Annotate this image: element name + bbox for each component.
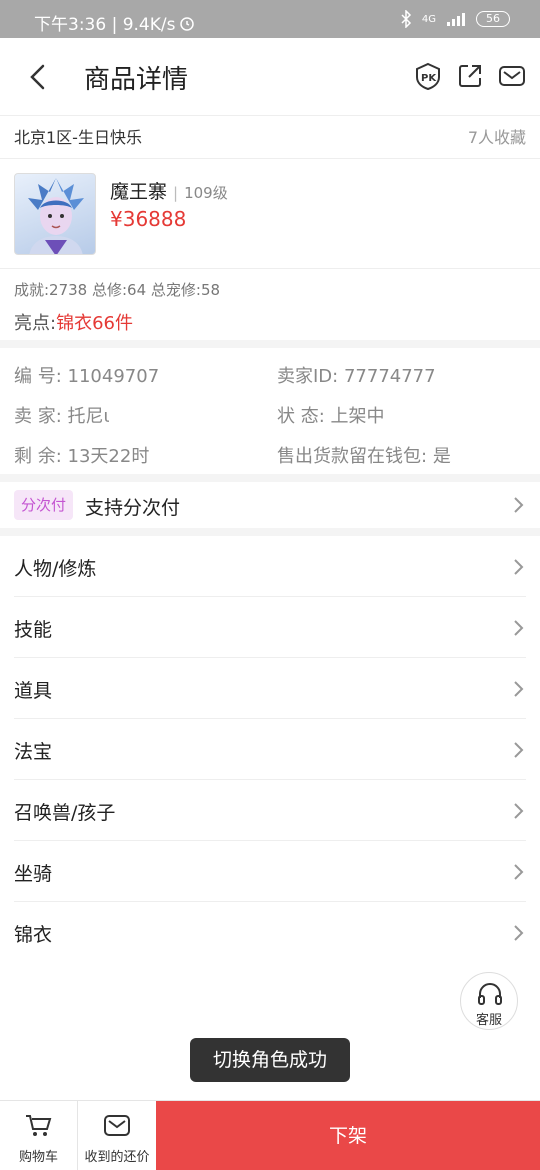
delist-button[interactable]: 下架 [156, 1101, 540, 1170]
wallet-label: 售出货款留在钱包: [277, 446, 428, 467]
highlight-line: 亮点:锦衣66件 [14, 309, 133, 335]
customer-service-button[interactable]: 客服 [460, 972, 518, 1030]
detail-menu: 人物/修炼 技能 道具 法宝 召唤兽/孩子 坐骑 锦衣 [0, 536, 540, 961]
chevron-right-icon [514, 742, 524, 758]
menu-item-skills[interactable]: 技能 [14, 597, 526, 658]
item-id: 编 号: 11049707 [14, 362, 159, 388]
section-divider [0, 528, 540, 536]
customer-service-label: 客服 [475, 1013, 502, 1028]
received-offers-button[interactable]: 收到的还价 [78, 1101, 156, 1170]
status-bar: 下午3:36 | 9.4K/s 4G 56 [0, 0, 540, 38]
bluetooth-icon [401, 10, 411, 28]
role-summary[interactable]: 魔王寨 | 109级 ¥36888 [0, 158, 540, 268]
menu-item-pets[interactable]: 召唤兽/孩子 [14, 780, 526, 841]
nav-actions: PK [414, 62, 526, 90]
status-left: 下午3:36 | 9.4K/s [34, 10, 195, 35]
menu-item-label: 技能 [14, 619, 53, 641]
seller-value: 托尼ι [67, 406, 110, 427]
menu-item-treasures[interactable]: 法宝 [14, 719, 526, 780]
section-divider [0, 340, 540, 348]
signal-icon [447, 13, 465, 26]
cart-icon [26, 1115, 52, 1136]
menu-item-label: 锦衣 [14, 924, 53, 946]
menu-item-label: 坐骑 [14, 863, 53, 885]
highlight-value: 锦衣66件 [56, 313, 133, 334]
seller: 卖 家: 托尼ι [14, 402, 110, 428]
remaining-time: 剩 余: 13天22时 [14, 442, 149, 468]
menu-item-label: 召唤兽/孩子 [14, 802, 116, 824]
received-offers-label: 收到的还价 [84, 1150, 150, 1165]
stats-line: 成就:2738 总修:64 总宠修:58 [14, 281, 221, 299]
section-divider [0, 474, 540, 482]
chevron-right-icon [514, 681, 524, 697]
chevron-right-icon [514, 559, 524, 575]
role-level: 109级 [184, 184, 228, 202]
stats-summary: 成就:2738 总修:64 总宠修:58 亮点:锦衣66件 [0, 268, 540, 340]
chevron-right-icon [514, 864, 524, 880]
network-label: 4G [421, 13, 436, 25]
role-school: 魔王寨 [110, 181, 168, 203]
seller-id-value: 77774777 [343, 366, 436, 387]
server-name: 北京1区-生日快乐 [14, 128, 142, 147]
svg-text:PK: PK [421, 73, 437, 84]
menu-item-label: 人物/修炼 [14, 558, 97, 580]
status-time: 下午3:36 | 9.4K/s [34, 15, 176, 35]
info-grid: 编 号: 11049707 卖家ID: 77774777 卖 家: 托尼ι 状 … [0, 348, 540, 474]
status-label: 状 态: [277, 406, 325, 427]
wallet-setting: 售出货款留在钱包: 是 [277, 442, 451, 468]
item-id-value: 11049707 [67, 366, 160, 387]
character-portrait-image [28, 178, 84, 254]
highlight-label: 亮点: [14, 313, 57, 334]
envelope-icon [104, 1115, 130, 1136]
favorites-count: 7人收藏 [467, 128, 526, 147]
server-row: 北京1区-生日快乐 7人收藏 [0, 116, 540, 158]
chevron-right-icon [514, 620, 524, 636]
back-icon[interactable] [22, 60, 56, 94]
battery-indicator: 56 [476, 11, 510, 27]
chevron-right-icon [514, 925, 524, 941]
status-right: 4G 56 [400, 10, 510, 28]
installment-label: 支持分次付 [85, 497, 181, 519]
menu-item-character[interactable]: 人物/修炼 [14, 536, 526, 597]
listing-status: 状 态: 上架中 [277, 402, 385, 428]
chevron-right-icon [514, 803, 524, 819]
remaining-value: 13天22时 [67, 446, 150, 467]
status-value: 上架中 [330, 406, 385, 427]
role-separator: | [173, 184, 179, 202]
bottom-action-bar: 购物车 收到的还价 下架 [0, 1100, 540, 1170]
menu-item-label: 法宝 [14, 741, 53, 763]
page-title: 商品详情 [84, 65, 189, 95]
headset-icon [478, 983, 502, 1005]
cart-label: 购物车 [18, 1150, 58, 1165]
menu-item-items[interactable]: 道具 [14, 658, 526, 719]
role-title: 魔王寨 | 109级 [110, 177, 228, 204]
toast-message: 切换角色成功 [190, 1038, 350, 1082]
character-avatar [14, 173, 96, 255]
share-icon[interactable] [456, 62, 484, 90]
wallet-value: 是 [432, 446, 451, 467]
message-icon[interactable] [498, 62, 526, 90]
seller-label: 卖 家: [14, 406, 62, 427]
chevron-right-icon [514, 497, 524, 513]
price: ¥36888 [110, 207, 187, 231]
seller-id-label: 卖家ID: [277, 366, 339, 387]
remaining-label: 剩 余: [14, 446, 62, 467]
pk-compare-icon[interactable]: PK [414, 62, 442, 90]
installment-tag: 分次付 [14, 490, 74, 520]
installment-row[interactable]: 分次付 支持分次付 [0, 482, 540, 528]
menu-item-label: 道具 [14, 680, 53, 702]
nav-bar: 商品详情 PK [0, 38, 540, 116]
menu-item-outfits[interactable]: 锦衣 [14, 902, 526, 963]
cart-button[interactable]: 购物车 [0, 1101, 78, 1170]
alarm-icon [180, 16, 195, 31]
menu-item-mounts[interactable]: 坐骑 [14, 841, 526, 902]
item-id-label: 编 号: [14, 366, 62, 387]
seller-id: 卖家ID: 77774777 [277, 362, 436, 388]
